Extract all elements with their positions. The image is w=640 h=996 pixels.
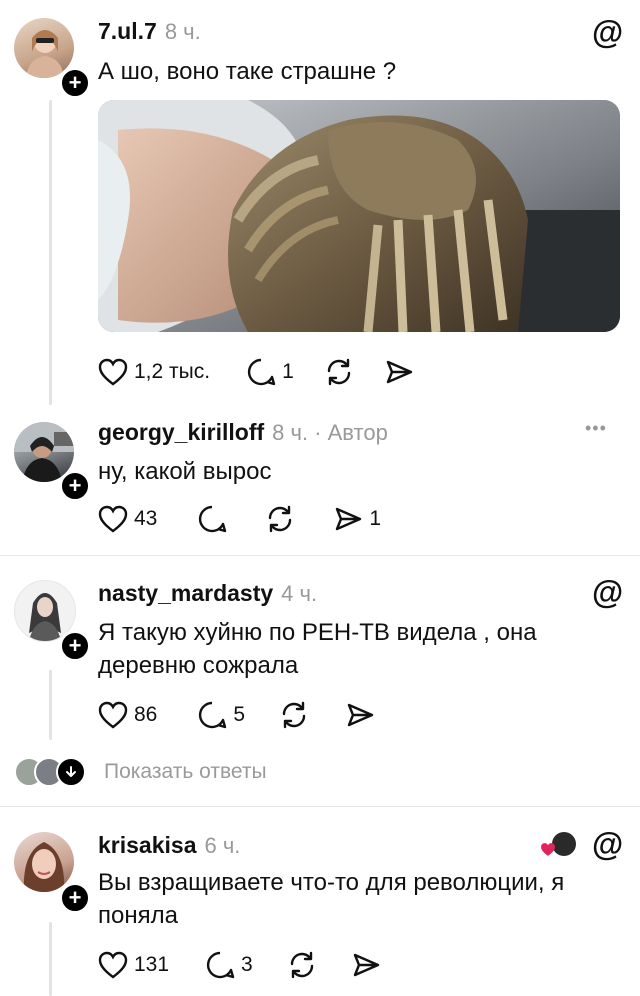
like-button[interactable]: 131 xyxy=(98,951,169,979)
reply-button[interactable]: 1 xyxy=(246,357,294,387)
comment-icon xyxy=(206,951,235,979)
post-text-line: Я такую хуйню по РЕН-ТВ видела , она xyxy=(98,619,537,646)
reply-count: 5 xyxy=(233,703,246,726)
post-actions: 86 5 xyxy=(98,698,375,732)
like-button[interactable]: 86 xyxy=(98,701,157,729)
share-count: 1 xyxy=(369,507,382,530)
chevron-down-icon xyxy=(56,757,86,787)
thread-line xyxy=(49,922,52,996)
like-count: 1,2 тыс. xyxy=(134,360,211,383)
post-text: А шо, воно таке страшне ? xyxy=(98,58,397,85)
post-text: ну, какой вырос xyxy=(98,458,272,485)
show-replies-label[interactable]: Показать ответы xyxy=(104,760,267,784)
heart-icon xyxy=(98,951,128,979)
threads-logo-icon[interactable]: @ xyxy=(592,14,623,51)
post-time: 8 ч. xyxy=(164,19,201,44)
share-button[interactable]: 1 xyxy=(333,504,381,534)
post-text-line: поняла xyxy=(98,902,178,929)
reply-button[interactable] xyxy=(197,504,227,534)
heart-icon xyxy=(98,505,128,533)
show-replies-row[interactable]: Показать ответы xyxy=(14,757,267,787)
post-text-line: деревню сожрала xyxy=(98,652,299,679)
like-count: 131 xyxy=(134,953,170,976)
follow-plus-icon[interactable]: + xyxy=(59,67,91,99)
post-actions: 43 1 xyxy=(98,502,381,536)
repost-button[interactable] xyxy=(324,357,354,387)
comment-icon xyxy=(248,358,276,386)
post-time: 8 ч. · Автор xyxy=(272,420,388,445)
repost-button[interactable] xyxy=(265,504,295,534)
reply-button[interactable]: 3 xyxy=(205,950,253,980)
reply-count: 1 xyxy=(282,360,294,383)
repost-icon xyxy=(290,951,313,979)
share-button[interactable] xyxy=(384,357,414,387)
threads-logo-icon[interactable]: @ xyxy=(592,826,623,863)
like-count: 86 xyxy=(134,703,158,726)
repost-icon xyxy=(282,701,306,729)
repost-icon xyxy=(269,505,292,533)
like-button[interactable]: 43 xyxy=(98,505,157,533)
reply-button[interactable]: 5 xyxy=(197,700,245,730)
avatar-krisakisa[interactable] xyxy=(14,832,74,892)
heart-icon xyxy=(98,358,128,386)
follow-plus-icon[interactable]: + xyxy=(59,470,91,502)
divider xyxy=(0,555,640,556)
post-username[interactable]: georgy_kirilloff 8 ч. · Автор xyxy=(98,419,388,446)
repost-button[interactable] xyxy=(279,700,309,730)
share-button[interactable] xyxy=(345,700,375,730)
heart-icon xyxy=(98,701,128,729)
post-actions: 1,2 тыс. 1 xyxy=(98,355,414,389)
share-icon xyxy=(353,953,379,977)
post-image[interactable] xyxy=(98,100,620,332)
reply-count: 3 xyxy=(241,953,253,976)
comment-icon xyxy=(199,701,227,729)
like-count: 43 xyxy=(134,507,158,530)
post-username[interactable]: nasty_mardasty 4 ч. xyxy=(98,580,317,607)
thread-line xyxy=(49,100,52,405)
follow-plus-icon[interactable]: + xyxy=(59,630,91,662)
repost-button[interactable] xyxy=(287,950,317,980)
post-text-line: Вы взращиваете что-то для революции, я xyxy=(98,869,565,896)
liked-by-author-badge xyxy=(540,832,580,858)
thread-line xyxy=(49,670,52,740)
heart-icon xyxy=(541,843,555,856)
like-button[interactable]: 1,2 тыс. xyxy=(98,358,210,386)
share-icon xyxy=(386,360,412,384)
share-icon xyxy=(336,507,362,531)
more-options-icon[interactable]: ••• xyxy=(585,418,607,439)
threads-logo-icon[interactable]: @ xyxy=(592,574,623,611)
comment-icon xyxy=(199,505,227,533)
divider xyxy=(0,806,640,807)
post-username[interactable]: krisakisa 6 ч. xyxy=(98,832,240,859)
post-time: 4 ч. xyxy=(281,581,318,606)
repost-icon xyxy=(327,358,350,386)
follow-plus-icon[interactable]: + xyxy=(59,882,91,914)
share-button[interactable] xyxy=(351,950,381,980)
post-actions: 131 3 xyxy=(98,948,381,982)
post-username[interactable]: 7.ul.7 8 ч. xyxy=(98,18,201,45)
share-icon xyxy=(347,703,374,727)
post-time: 6 ч. xyxy=(204,833,241,858)
